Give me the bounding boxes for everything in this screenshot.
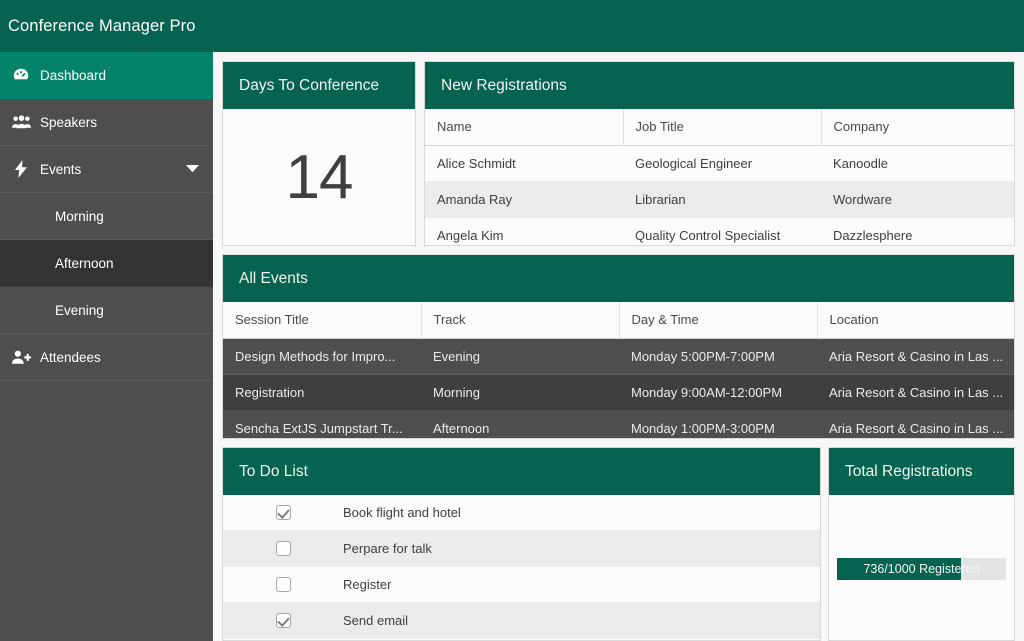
sidebar-item-label: Attendees [40, 349, 101, 365]
column-header-location[interactable]: Location [817, 302, 1014, 339]
sidebar-item-events[interactable]: Events [0, 146, 213, 193]
application-window: Conference Manager Pro Dashboard Speaker… [0, 0, 1024, 641]
cell-job-title: Librarian [623, 181, 821, 218]
sidebar-item-afternoon[interactable]: Afternoon [0, 240, 213, 287]
chevron-down-icon[interactable] [177, 165, 207, 173]
list-item[interactable]: Book flight and hotel [223, 495, 820, 531]
events-table: Session Title Track Day & Time Location … [223, 302, 1014, 438]
list-item[interactable]: Register [223, 567, 820, 603]
progress-area: 736/1000 Registered [829, 495, 1014, 640]
cell-job-title: Geological Engineer [623, 145, 821, 182]
cell-company: Kanoodle [821, 145, 1014, 182]
table-header-row: Name Job Title Company [425, 109, 1014, 146]
column-header-track[interactable]: Track [421, 302, 620, 339]
list-item[interactable]: Perpare for talk [223, 531, 820, 567]
panel-title: All Events [223, 255, 1014, 302]
panel-title: To Do List [223, 448, 820, 495]
to-do-list-panel: To Do List Book flight and hotel Perpare… [222, 447, 821, 641]
column-header-company[interactable]: Company [821, 109, 1014, 146]
table-row[interactable]: Amanda Ray Librarian Wordware [425, 181, 1014, 218]
column-header-session-title[interactable]: Session Title [223, 302, 422, 339]
panel-title: Total Registrations [829, 448, 1014, 495]
column-header-job-title[interactable]: Job Title [623, 109, 822, 146]
cell-session-title: Registration [223, 374, 421, 411]
panel-title: Days To Conference [223, 62, 415, 109]
cell-company: Dazzlesphere [821, 217, 1014, 245]
dashboard-icon [2, 66, 40, 84]
app-title: Conference Manager Pro [8, 16, 196, 35]
cell-name: Angela Kim [425, 217, 623, 245]
panel-body: 736/1000 Registered [829, 495, 1014, 640]
days-count-value: 14 [285, 142, 354, 212]
todo-item-label: Send email [343, 613, 409, 628]
table-row[interactable]: Design Methods for Impro... Evening Mond… [223, 338, 1014, 375]
table-row[interactable]: Angela Kim Quality Control Specialist Da… [425, 217, 1014, 245]
todo-item-label: Register [343, 577, 392, 592]
cell-day-time: Monday 5:00PM-7:00PM [619, 338, 817, 375]
app-header: Conference Manager Pro [0, 0, 1024, 52]
todo-item-label: Book flight and hotel [343, 505, 461, 520]
sidebar-item-dashboard[interactable]: Dashboard [0, 52, 213, 99]
todo-checkbox-cell[interactable] [223, 613, 343, 628]
checkbox-unchecked-icon[interactable] [275, 541, 291, 556]
table-row[interactable]: Registration Morning Monday 9:00AM-12:00… [223, 374, 1014, 411]
panel-body: Book flight and hotel Perpare for talk R… [223, 495, 820, 639]
todo-item-label: Perpare for talk [343, 541, 432, 556]
all-events-panel: All Events Session Title Track Day & Tim… [222, 254, 1015, 439]
events-bolt-icon [2, 160, 40, 178]
registration-progress-bar[interactable]: 736/1000 Registered [837, 557, 1006, 580]
table-row[interactable]: Alice Schmidt Geological Engineer Kanood… [425, 145, 1014, 182]
attendees-add-icon [2, 349, 40, 365]
total-registrations-panel: Total Registrations 736/1000 Registered [828, 447, 1015, 641]
column-header-day-time[interactable]: Day & Time [619, 302, 818, 339]
cell-session-title: Design Methods for Impro... [223, 338, 421, 375]
cell-location: Aria Resort & Casino in Las ... [817, 374, 1014, 411]
sidebar-item-label: Morning [55, 208, 104, 224]
table-row[interactable]: Sencha ExtJS Jumpstart Tr... Afternoon M… [223, 410, 1014, 438]
todo-checkbox-cell[interactable] [223, 541, 343, 556]
panel-body: 14 [223, 109, 415, 245]
panel-body: Name Job Title Company Alice Schmidt Geo… [425, 109, 1014, 245]
cell-name: Alice Schmidt [425, 145, 623, 182]
cell-name: Amanda Ray [425, 181, 623, 218]
checkbox-unchecked-icon[interactable] [275, 577, 291, 592]
cell-day-time: Monday 1:00PM-3:00PM [619, 410, 817, 438]
panel-title: New Registrations [425, 62, 1014, 109]
registrations-table: Name Job Title Company Alice Schmidt Geo… [425, 109, 1014, 245]
new-registrations-panel: New Registrations Name Job Title Company… [424, 61, 1015, 246]
dashboard-content: Days To Conference 14 New Registrations … [213, 52, 1024, 641]
panel-body: Session Title Track Day & Time Location … [223, 302, 1014, 438]
cell-company: Wordware [821, 181, 1014, 218]
sidebar-item-label: Afternoon [55, 255, 114, 271]
checkbox-checked-icon[interactable] [275, 505, 291, 520]
sidebar-item-label: Events [40, 161, 82, 177]
cell-track: Morning [421, 374, 619, 411]
days-to-conference-panel: Days To Conference 14 [222, 61, 416, 246]
sidebar-item-label: Dashboard [40, 67, 107, 83]
speakers-icon [2, 114, 40, 130]
sidebar-item-label: Speakers [40, 114, 98, 130]
todo-checkbox-cell[interactable] [223, 505, 343, 520]
list-item[interactable]: Send email [223, 603, 820, 639]
sidebar-item-label: Evening [55, 302, 104, 318]
todo-checkbox-cell[interactable] [223, 577, 343, 592]
cell-day-time: Monday 9:00AM-12:00PM [619, 374, 817, 411]
cell-location: Aria Resort & Casino in Las ... [817, 338, 1014, 375]
sidebar-navigation: Dashboard Speakers Events Morning Aftern… [0, 52, 213, 641]
cell-track: Afternoon [421, 410, 619, 438]
progress-label: 736/1000 Registered [863, 561, 980, 576]
column-header-name[interactable]: Name [425, 109, 624, 146]
table-header-row: Session Title Track Day & Time Location [223, 302, 1014, 339]
sidebar-item-speakers[interactable]: Speakers [0, 99, 213, 146]
cell-location: Aria Resort & Casino in Las ... [817, 410, 1014, 438]
checkbox-checked-icon[interactable] [275, 613, 291, 628]
sidebar-item-morning[interactable]: Morning [0, 193, 213, 240]
cell-track: Evening [421, 338, 619, 375]
sidebar-item-evening[interactable]: Evening [0, 287, 213, 334]
cell-session-title: Sencha ExtJS Jumpstart Tr... [223, 410, 421, 438]
cell-job-title: Quality Control Specialist [623, 217, 821, 245]
sidebar-item-attendees[interactable]: Attendees [0, 334, 213, 381]
